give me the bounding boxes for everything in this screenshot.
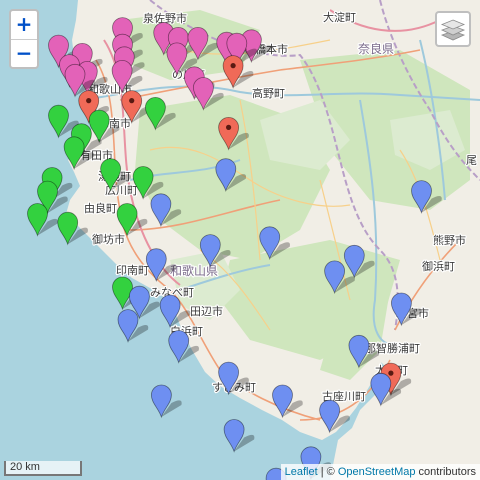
map-marker-green[interactable] <box>116 203 148 237</box>
map-marker-pink[interactable] <box>187 27 219 61</box>
marker-dot <box>226 124 232 130</box>
zoom-control: + − <box>9 9 39 69</box>
layers-button[interactable] <box>435 11 471 47</box>
leaflet-link[interactable]: Leaflet <box>285 466 318 478</box>
marker-dot <box>230 63 236 69</box>
map-marker-blue[interactable] <box>159 294 191 329</box>
marker-layer <box>27 17 442 480</box>
map-marker-blue[interactable] <box>150 193 182 228</box>
map-marker-blue[interactable] <box>343 244 375 279</box>
map-marker-blue[interactable] <box>319 399 350 434</box>
map-marker-blue[interactable] <box>218 361 249 396</box>
map-marker-blue[interactable] <box>223 419 255 453</box>
attribution-separator: | © <box>317 466 338 478</box>
map-marker-red[interactable] <box>222 55 254 89</box>
map-marker-green[interactable] <box>63 136 95 171</box>
attribution: Leaflet | © OpenStreetMap contributors <box>280 464 480 480</box>
map-marker-blue[interactable] <box>259 226 290 261</box>
zoom-out-button[interactable]: − <box>11 39 37 67</box>
map-marker-green[interactable] <box>57 211 88 246</box>
osm-link[interactable]: OpenStreetMap <box>338 466 416 478</box>
map-marker-blue[interactable] <box>390 292 422 327</box>
map-marker-green[interactable] <box>144 97 176 131</box>
map-marker-blue[interactable] <box>348 334 380 369</box>
zoom-in-button[interactable]: + <box>11 11 37 39</box>
scale-bar: 20 km <box>4 461 82 476</box>
marker-dot <box>86 98 92 104</box>
map-marker-blue[interactable] <box>411 180 442 214</box>
marker-dot <box>388 370 394 376</box>
map-marker-blue[interactable] <box>215 158 247 192</box>
attribution-suffix: contributors <box>415 466 476 478</box>
map-marker-blue[interactable] <box>199 234 231 268</box>
map-marker-green[interactable] <box>88 109 120 144</box>
map-marker-pink[interactable] <box>192 77 224 111</box>
map-marker-blue[interactable] <box>150 384 182 419</box>
map-canvas[interactable]: 泉佐野市橋本市大淀町奈良県和歌山市の川市高野町海南市有田市湯浅町広川町由良町御坊… <box>0 0 480 480</box>
map-marker-red[interactable] <box>218 117 249 151</box>
map-marker-blue[interactable] <box>272 384 303 419</box>
layers-icon <box>440 19 466 41</box>
map-marker-blue[interactable] <box>145 248 177 282</box>
marker-dot <box>129 98 135 104</box>
map-marker-blue[interactable] <box>168 330 199 364</box>
map-marker-green[interactable] <box>100 158 131 192</box>
